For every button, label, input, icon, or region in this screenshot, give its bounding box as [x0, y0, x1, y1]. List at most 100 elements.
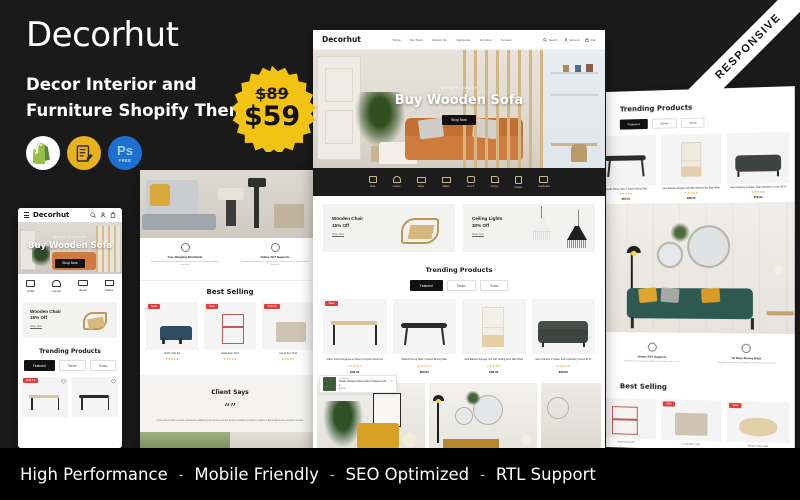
product-card[interactable]: Sale Lounge Arm Chair	[660, 399, 722, 447]
category-label: Lamps	[392, 185, 401, 188]
responsive-ribbon: RESPONSIVE	[680, 0, 800, 100]
header-cart[interactable]: Cart	[585, 38, 596, 42]
tab-featured[interactable]: Featured	[23, 360, 55, 371]
nav-home[interactable]: Home	[392, 38, 400, 42]
desktop-hero-title: Buy Wooden Sofa	[394, 93, 524, 108]
midleft-mockup: Free Shipping Worldwide Excepteur sint o…	[140, 170, 320, 455]
table-row[interactable]: Sale IKEA Linnmon Engineered Wood Comput…	[323, 299, 387, 374]
cart-icon[interactable]	[585, 37, 589, 42]
category-label: Corner	[490, 185, 499, 188]
category-lamps[interactable]: Lamps	[52, 279, 61, 293]
nav-furniture[interactable]: Furniture	[480, 38, 492, 42]
account-icon[interactable]	[100, 212, 106, 218]
product-image: Sale	[204, 302, 256, 350]
product-name: New Charlotte 2 Seater Sofa Upholstery G…	[535, 358, 592, 361]
product-price: $38.00	[686, 196, 696, 201]
cart-label: Cart	[590, 37, 596, 42]
category-corner[interactable]: Corner	[490, 176, 499, 188]
footer-feature-1: High Performance	[20, 464, 168, 484]
product-image: Sale	[727, 400, 790, 444]
category-sofas[interactable]: Sofas	[26, 279, 36, 293]
tab-tables[interactable]: Tables	[58, 360, 86, 371]
nav-about-us[interactable]: Abount Us	[432, 38, 446, 42]
product-name: Lounge Arm Chair	[682, 443, 701, 446]
footer-feature-2: Mobile Friendly	[194, 464, 319, 484]
desktop-promo-row: Wooden Chair 15% Off Shop Now Ceiling Li…	[313, 196, 605, 252]
category-cupboard[interactable]: Cupboard	[538, 176, 549, 188]
product-card[interactable]: Sale Nordic Sofa Set ★★★★★	[146, 302, 198, 362]
category-beds[interactable]: Beds	[77, 280, 88, 292]
mobile-shop-now-button[interactable]: Shop Now	[55, 258, 85, 268]
category-beds[interactable]: Beds	[416, 176, 426, 188]
tab-sofas[interactable]: Sofas	[89, 360, 117, 371]
desktop-logo[interactable]: Decorhut	[322, 35, 361, 44]
mobile-mockup: Decorhut Get Up To 50% Off Buy Wooden So…	[18, 208, 122, 448]
nav-categories[interactable]: Categories	[456, 38, 471, 42]
mobile-header: Decorhut	[18, 208, 122, 222]
account-icon[interactable]	[563, 37, 568, 42]
search-icon[interactable]	[543, 37, 548, 42]
tab-tables[interactable]: Tables	[651, 118, 677, 129]
tab-featured[interactable]: Featured	[619, 118, 648, 130]
quote-icon: “”	[223, 401, 237, 415]
promo-ceiling-lights[interactable]: Ceiling Lights 30% Off Shop Now	[463, 204, 595, 252]
desktop-header: Decorhut Home Our Store Abount Us Catego…	[313, 30, 605, 50]
table-row[interactable]: New Charlotte 2 Seater Sofa Upholstery G…	[531, 299, 595, 374]
header-account[interactable]: Account	[563, 37, 579, 42]
search-icon[interactable]	[90, 212, 96, 218]
product-card[interactable]: Sale Round Coffee Table	[727, 400, 790, 449]
product-name: Lounge Arm Chair	[278, 353, 298, 355]
support-icon	[270, 243, 280, 252]
divider	[140, 280, 320, 281]
category-couch[interactable]: Couch	[466, 176, 475, 188]
product-card[interactable]: New Charlotte 2 Seater Sofa Upholstery G…	[727, 131, 790, 200]
product-card[interactable]: New Babette Storage Unit With Sliding Do…	[660, 133, 722, 201]
category-sofa[interactable]: Sofa	[368, 176, 377, 188]
product-card[interactable]: MakeIR Dining Table 4 Seater Dining Tabl…	[606, 134, 656, 202]
product-name: Metal Rack Shelf	[221, 353, 239, 355]
product-image	[660, 133, 722, 186]
mobile-promo-card[interactable]: Wooden Chair 15% Off Shop Now	[23, 302, 117, 338]
category-tables[interactable]: Tables	[104, 280, 114, 292]
cart-icon[interactable]	[110, 212, 116, 218]
feature-title: Online 24/7 Supports	[637, 354, 667, 359]
desktop-hero-eyebrow: Get Up To 50% Off	[440, 86, 478, 90]
right-mockup: Trending Products Featured Tables Sofas …	[606, 86, 795, 453]
toast-price: $36.00	[339, 387, 346, 390]
promo-wooden-chair[interactable]: Wooden Chair 15% Off Shop Now	[323, 204, 455, 252]
mobile-logo[interactable]: Decorhut	[33, 211, 69, 219]
product-card[interactable]	[72, 377, 118, 417]
product-card[interactable]: Sold out	[22, 377, 68, 417]
nav-our-store[interactable]: Our Store	[410, 38, 423, 42]
product-card[interactable]: Sold out Lounge Arm Chair ★★★★★	[262, 302, 314, 362]
product-card[interactable]: Metal Rack Shelf	[606, 397, 656, 445]
footer-feature-4: RTL Support	[495, 464, 596, 484]
tab-featured[interactable]: Featured	[409, 280, 443, 291]
tab-sofas[interactable]: Sofas	[680, 117, 705, 129]
tab-sofas[interactable]: Sofas	[479, 280, 509, 291]
mobile-product-grid: Sold out	[18, 377, 122, 417]
category-chairs[interactable]: Chairs	[515, 175, 522, 189]
header-search[interactable]: Search	[543, 37, 558, 42]
nav-contact[interactable]: Contact	[501, 38, 512, 42]
product-image	[462, 299, 526, 354]
wishlist-heart-icon[interactable]	[61, 379, 66, 384]
category-lamps[interactable]: Lamps	[392, 176, 401, 188]
desktop-lifestyle-row	[313, 383, 605, 455]
product-price: $48.00	[350, 369, 360, 374]
right-features: Online 24/7 Supports Excepteur sint occa…	[606, 336, 795, 380]
tab-tables[interactable]: Tables	[446, 280, 476, 291]
wishlist-heart-icon[interactable]	[111, 379, 116, 384]
product-card[interactable]: Sale Metal Rack Shelf ★★★★★	[204, 302, 256, 362]
shopify-bag-glyph	[33, 142, 50, 164]
product-rating: ★★★★★	[223, 357, 237, 362]
table-row[interactable]: MakeIR Dining Table 4 Seater Dining Tabl…	[392, 299, 456, 374]
category-tables[interactable]: Tables	[441, 176, 451, 188]
close-icon[interactable]: ×	[391, 378, 393, 383]
table-row[interactable]: New Babette Storage Unit With Sliding Do…	[462, 299, 526, 374]
hamburger-icon[interactable]	[24, 212, 29, 218]
search-label: Search	[548, 37, 558, 42]
desktop-shop-now-button[interactable]: Shop Now	[442, 115, 476, 125]
lifestyle-photo	[541, 383, 601, 451]
feature-item: Free Shipping Worldwide Excepteur sint o…	[140, 238, 230, 280]
